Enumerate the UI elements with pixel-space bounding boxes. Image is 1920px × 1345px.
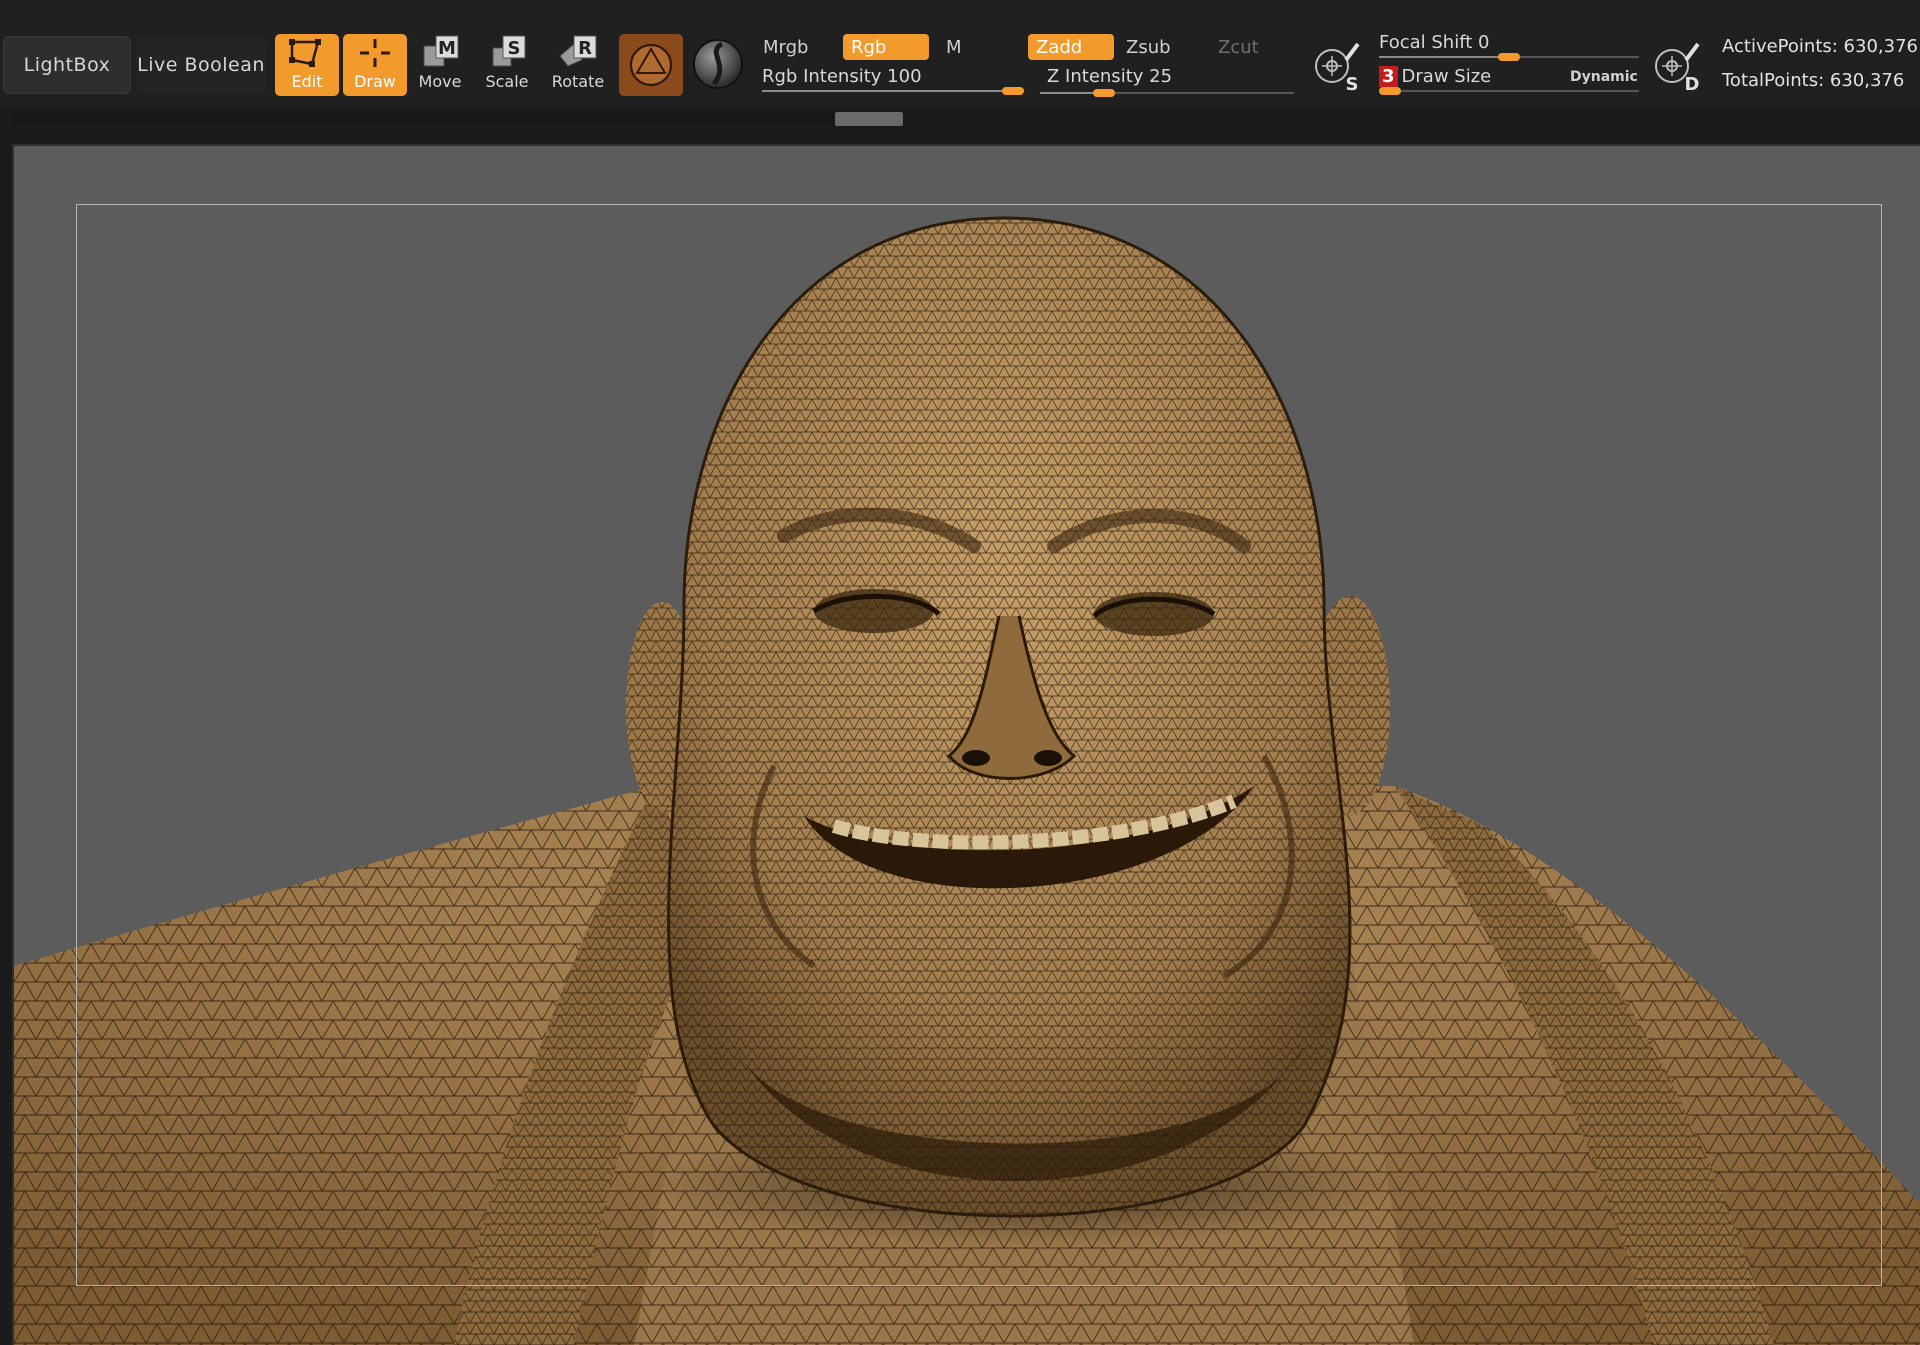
rotate-tool-label: Rotate — [551, 72, 605, 91]
edit-tool-label: Edit — [291, 72, 323, 91]
z-intensity-label: Z Intensity 25 — [1047, 66, 1172, 87]
draw-icon — [360, 39, 390, 67]
rgb-intensity-knob[interactable] — [1002, 87, 1024, 95]
active-points-readout: ActivePoints: 630,376 — [1722, 36, 1918, 57]
material-button[interactable] — [619, 34, 683, 96]
move-tool-button[interactable]: M Move — [408, 34, 472, 96]
move-tool-label: Move — [418, 72, 462, 91]
dynamic-stroke-icon[interactable]: D — [1648, 38, 1704, 94]
edit-tool-button[interactable]: Edit — [275, 34, 339, 96]
draw-size-label: 3 Draw Size — [1379, 66, 1491, 87]
lightbox-button[interactable]: LightBox — [3, 36, 131, 94]
focal-shift-value: 0 — [1478, 32, 1490, 53]
live-boolean-button[interactable]: Live Boolean — [136, 36, 266, 94]
viewport-canvas[interactable] — [12, 144, 1920, 1345]
brush-sphere-icon — [693, 39, 743, 89]
rgb-intensity-fill — [762, 90, 1024, 92]
scale-tool-button[interactable]: S Scale — [475, 34, 539, 96]
scale-icon: S — [492, 35, 526, 67]
m-button[interactable]: M — [938, 34, 1024, 60]
zadd-button[interactable]: Zadd — [1028, 34, 1114, 60]
rgb-button[interactable]: Rgb — [843, 34, 929, 60]
z-intensity-knob[interactable] — [1092, 89, 1115, 97]
draw-tool-label: Draw — [354, 72, 396, 91]
draw-size-name: Draw Size — [1401, 66, 1492, 87]
rgb-intensity-value: 100 — [887, 66, 922, 87]
scale-tool-label: Scale — [485, 72, 529, 91]
shelf-strip — [12, 112, 904, 124]
material-sphere-icon — [630, 44, 672, 86]
zsub-button[interactable]: Zsub — [1118, 34, 1204, 60]
draw-size-value: 3 — [1379, 66, 1398, 87]
sculpt-model — [14, 216, 1920, 1345]
focal-shift-knob[interactable] — [1498, 53, 1520, 61]
shelf-scroll-handle[interactable] — [835, 112, 903, 126]
total-points-readout: TotalPoints: 630,376 — [1722, 70, 1905, 91]
zcut-button[interactable]: Zcut — [1210, 34, 1296, 60]
top-toolbar: LightBox Live Boolean Edit Draw M Move S… — [0, 0, 1920, 107]
stroke-s-letter: S — [1346, 74, 1359, 94]
draw-tool-button[interactable]: Draw — [343, 34, 407, 96]
rotate-tool-button[interactable]: R Rotate — [546, 34, 610, 96]
z-intensity-name: Z Intensity — [1047, 66, 1144, 87]
move-key-letter: M — [438, 38, 456, 59]
z-intensity-value: 25 — [1149, 66, 1173, 87]
rgb-intensity-label: Rgb Intensity 100 — [762, 66, 922, 87]
dynamic-button[interactable]: Dynamic — [1570, 69, 1638, 85]
move-icon: M — [423, 35, 459, 67]
focal-shift-label: Focal Shift 0 — [1379, 32, 1489, 53]
draw-size-track[interactable] — [1379, 90, 1639, 92]
mrgb-button[interactable]: Mrgb — [755, 34, 833, 60]
draw-size-knob[interactable] — [1379, 87, 1401, 95]
rotate-icon: R — [559, 35, 597, 67]
symmetry-stroke-icon[interactable]: S — [1308, 38, 1364, 94]
brush-button[interactable] — [690, 36, 746, 92]
focal-shift-fill — [1379, 56, 1509, 58]
scale-key-letter: S — [508, 38, 521, 59]
rgb-intensity-name: Rgb Intensity — [762, 66, 882, 87]
stroke-d-letter: D — [1685, 74, 1700, 94]
focal-shift-name: Focal Shift — [1379, 32, 1473, 53]
rotate-key-letter: R — [578, 38, 592, 59]
edit-icon — [289, 39, 321, 67]
